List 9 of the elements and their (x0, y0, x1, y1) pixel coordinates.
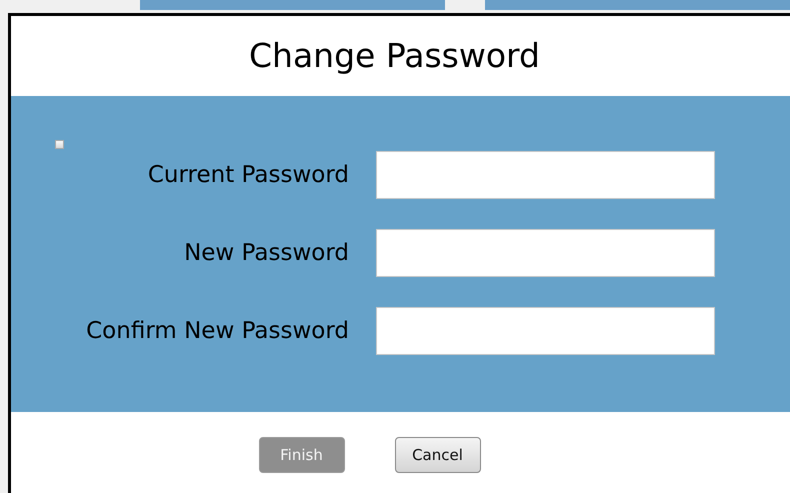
password-field[interactable] (376, 229, 715, 277)
password-field[interactable] (376, 151, 715, 199)
field-label: Confirm New Password (85, 316, 350, 346)
field-label: New Password (183, 238, 350, 268)
square-icon (55, 140, 64, 149)
password-field[interactable] (376, 307, 715, 355)
cancel-button[interactable]: Cancel (394, 437, 480, 473)
dialog-title: Change Password (249, 35, 540, 78)
field-label: Current Password (146, 160, 350, 190)
